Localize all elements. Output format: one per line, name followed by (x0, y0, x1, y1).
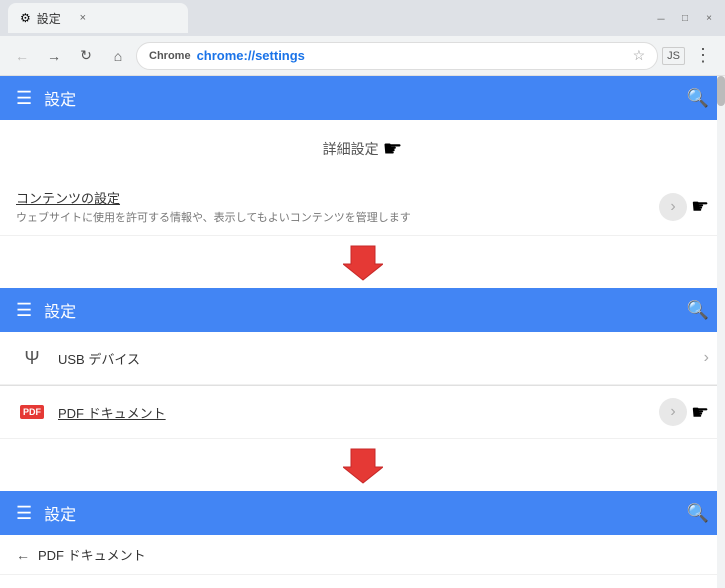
scrollbar-thumb[interactable] (717, 76, 725, 106)
js-extension-button[interactable]: JS (662, 47, 685, 65)
content-settings-title: コンテンツの設定 (16, 188, 659, 207)
pdf-download-setting-row: PDF ファイルを Chrome で自動的に開く代わりにダウンロードする ☛ (0, 575, 725, 588)
content-settings-desc: ウェブサイトに使用を許可する情報や、表示してもよいコンテンツを管理します (16, 209, 659, 225)
hamburger-menu-icon-2[interactable]: ☰ (16, 300, 32, 321)
forward-button[interactable]: → (40, 42, 68, 70)
section-1: ☰ 設定 🔍 詳細設定 ☛ コンテンツの設定 ウェブサイトに使用を許可する情報や… (0, 76, 725, 236)
breadcrumb-row: ← PDF ドキュメント (0, 535, 725, 575)
address-url: chrome://settings (197, 48, 305, 63)
section-3: ☰ 設定 🔍 ← PDF ドキュメント PDF ファイルを Chrome で自動… (0, 491, 725, 588)
address-secure-badge: Chrome (149, 50, 191, 62)
section-2: ☰ 設定 🔍 Ψ USB デバイス › PDF (0, 288, 725, 439)
content-settings-text: コンテンツの設定 ウェブサイトに使用を許可する情報や、表示してもよいコンテンツを… (16, 188, 659, 225)
title-bar: ⚙ 設定 × － □ × (0, 0, 725, 36)
settings-header-1: ☰ 設定 🔍 (0, 76, 725, 120)
home-button[interactable]: ⌂ (104, 42, 132, 70)
usb-icon: Ψ (16, 342, 48, 374)
pdf-icon: PDF (16, 396, 48, 428)
pdf-label: PDF ドキュメント (58, 403, 659, 422)
maximize-button[interactable]: □ (677, 10, 693, 26)
tab-icon: ⚙ (20, 11, 31, 25)
bookmark-star-icon[interactable]: ☆ (633, 47, 646, 64)
page-area: ☰ 設定 🔍 詳細設定 ☛ コンテンツの設定 ウェブサイトに使用を許可する情報や… (0, 76, 725, 588)
back-arrow-icon[interactable]: ← (16, 547, 30, 563)
cursor-hand-icon-1: ☛ (383, 136, 403, 162)
usb-row[interactable]: Ψ USB デバイス › (0, 332, 725, 385)
hamburger-menu-icon[interactable]: ☰ (16, 88, 32, 109)
down-arrow-svg-2 (343, 445, 383, 485)
settings-header-3: ☰ 設定 🔍 (0, 491, 725, 535)
minimize-button[interactable]: － (653, 10, 669, 26)
tab-close-button[interactable]: × (75, 10, 91, 26)
window-controls: － □ × (653, 10, 717, 26)
pdf-arrow[interactable]: › (659, 398, 687, 426)
settings-title-2: 設定 (44, 298, 76, 322)
usb-label: USB デバイス (58, 349, 704, 368)
close-button[interactable]: × (701, 10, 717, 26)
content-settings-row[interactable]: コンテンツの設定 ウェブサイトに使用を許可する情報や、表示してもよいコンテンツを… (0, 178, 725, 236)
hamburger-menu-icon-3[interactable]: ☰ (16, 503, 32, 524)
pdf-badge: PDF (20, 405, 44, 419)
scrollbar[interactable] (717, 76, 725, 588)
pdf-text: PDF ドキュメント (58, 403, 659, 422)
search-icon-1[interactable]: 🔍 (687, 88, 709, 109)
settings-title-1: 設定 (44, 86, 76, 110)
toolbar: ← → ↻ ⌂ Chrome chrome://settings ☆ JS ⋮ (0, 36, 725, 76)
advanced-settings-area: 詳細設定 ☛ (0, 120, 725, 178)
red-arrow-1 (0, 236, 725, 288)
settings-title-3: 設定 (44, 501, 76, 525)
advanced-settings-label: 詳細設定 (323, 139, 379, 159)
cursor-hand-icon-3: ☛ (691, 400, 709, 425)
reload-button[interactable]: ↻ (72, 42, 100, 70)
content-settings-arrow[interactable]: › (659, 193, 687, 221)
toolbar-extras: JS ⋮ (662, 42, 717, 70)
address-bar[interactable]: Chrome chrome://settings ☆ (136, 42, 658, 70)
search-icon-3[interactable]: 🔍 (687, 503, 709, 524)
search-icon-2[interactable]: 🔍 (687, 300, 709, 321)
back-button[interactable]: ← (8, 42, 36, 70)
browser-window: ⚙ 設定 × － □ × ← → ↻ ⌂ Chrome chrome://set… (0, 0, 725, 588)
breadcrumb-pdf-label: PDF ドキュメント (38, 545, 146, 564)
chrome-menu-button[interactable]: ⋮ (689, 42, 717, 70)
active-tab[interactable]: ⚙ 設定 × (8, 3, 188, 33)
usb-arrow-icon: › (704, 349, 709, 367)
settings-header-2: ☰ 設定 🔍 (0, 288, 725, 332)
tab-title: 設定 (37, 10, 61, 27)
pdf-row[interactable]: PDF PDF ドキュメント › ☛ (0, 386, 725, 439)
cursor-hand-icon-2: ☛ (691, 194, 709, 219)
red-arrow-2 (0, 439, 725, 491)
usb-text: USB デバイス (58, 349, 704, 368)
down-arrow-svg-1 (343, 242, 383, 282)
